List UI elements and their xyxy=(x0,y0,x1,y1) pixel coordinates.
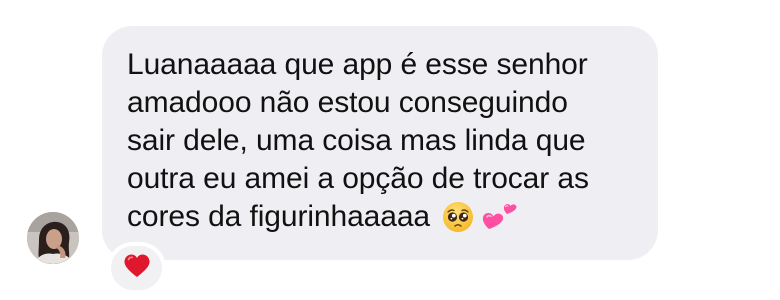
reaction-badge-inner xyxy=(111,246,162,290)
avatar[interactable] xyxy=(27,212,79,264)
chat-message-row: Luanaaaaa que app é esse senhor amadooo … xyxy=(0,0,780,300)
message-line: Luanaaaaa que app é esse senhor xyxy=(127,48,588,81)
two-hearts-icon xyxy=(482,199,518,243)
message-bubble[interactable]: Luanaaaaa que app é esse senhor amadooo … xyxy=(102,26,658,260)
message-line-text: cores da figurinhaaaaa xyxy=(127,200,431,233)
red-heart-icon xyxy=(123,254,150,283)
profile-photo-icon xyxy=(27,212,79,264)
message-line: outra eu amei a opção de trocar as xyxy=(127,162,589,195)
message-line: amadooo não estou conseguindo xyxy=(127,86,568,119)
pleading-face-icon xyxy=(442,201,474,243)
message-line-last: cores da figurinhaaaaa xyxy=(127,198,636,243)
message-line: sair dele, uma coisa mas linda que xyxy=(127,124,586,157)
reaction-badge[interactable] xyxy=(109,244,164,292)
